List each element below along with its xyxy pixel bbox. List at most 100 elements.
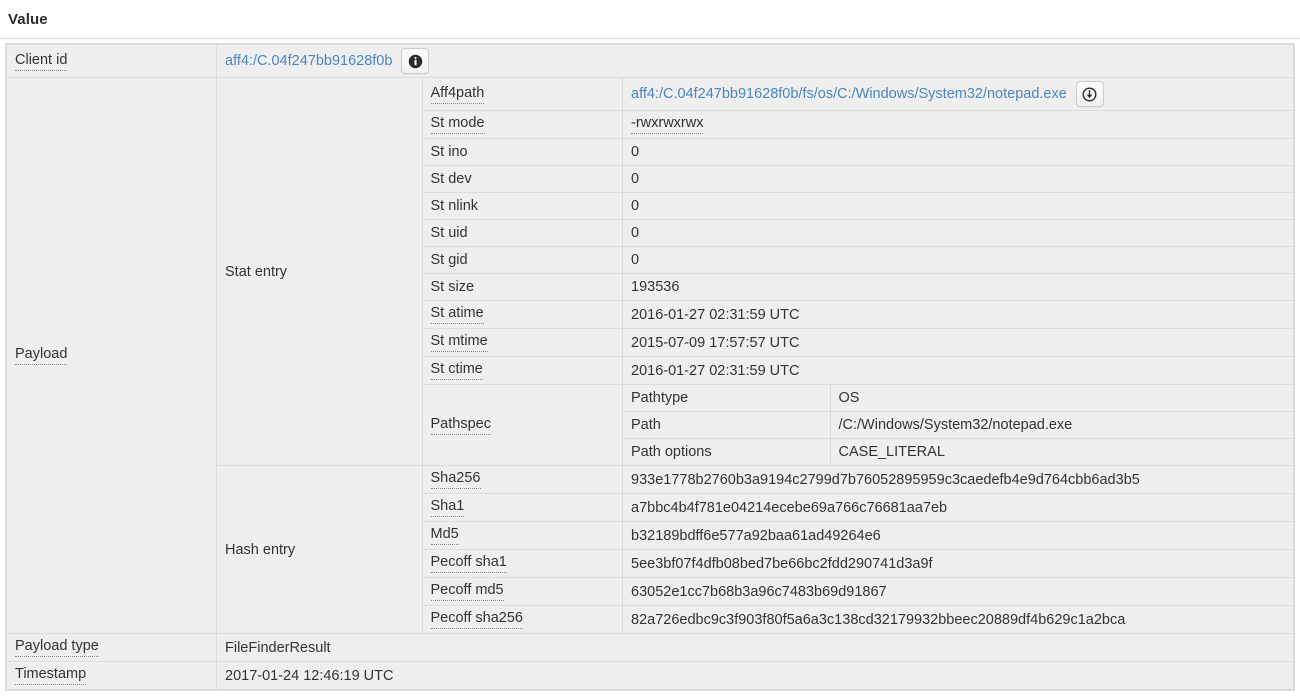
aff4path-label: Aff4path	[430, 85, 485, 104]
download-icon[interactable]	[1075, 81, 1104, 107]
stat-entry-label-cell: Stat entry	[217, 78, 423, 466]
stat-field-label: St mode	[430, 115, 485, 134]
table-row-pathspec: Pathspec Pathtype OS Path /C:/Windows/Sy…	[422, 384, 1293, 465]
stat-field-value: -rwxrwxrwx	[631, 115, 704, 134]
pathspec-field-value: CASE_LITERAL	[838, 444, 945, 460]
pathspec-label: Pathspec	[430, 416, 491, 435]
table-row-stat-field: St size 193536	[422, 273, 1293, 301]
stat-field-label-cell: St dev	[422, 165, 623, 193]
stat-field-value-cell: 0	[622, 165, 1293, 193]
hash-field-label-cell: Md5	[422, 521, 623, 550]
stat-field-label: St ino	[430, 144, 468, 160]
stat-field-value-cell: 2015-07-09 17:57:57 UTC	[622, 328, 1293, 357]
hash-entry-fields-cell: Sha256 933e1778b2760b3a9194c2799d7b76052…	[421, 465, 1293, 633]
info-icon[interactable]	[401, 48, 430, 74]
pathspec-field-label: Path options	[631, 444, 712, 460]
result-details-table: Client id aff4:/C.04f247bb91628f0b Paylo…	[6, 44, 1294, 690]
pathspec-field-label-cell: Pathtype	[623, 385, 831, 412]
hash-field-label-cell: Pecoff sha1	[422, 549, 623, 578]
aff4path-value-cell: aff4:/C.04f247bb91628f0b/fs/os/C:/Window…	[622, 78, 1293, 111]
stat-field-value: 0	[631, 198, 640, 214]
hash-field-label: Pecoff sha256	[430, 610, 523, 629]
payload-type-value: FileFinderResult	[225, 639, 331, 656]
table-row-payload-type: Payload type FileFinderResult	[6, 633, 1294, 662]
timestamp-value: 2017-01-24 12:46:19 UTC	[225, 667, 394, 684]
stat-field-value-cell: 0	[622, 246, 1293, 274]
stat-field-value: 0	[631, 171, 640, 187]
section-hash-entry: Hash entry Sha256 933e1778b2760b3a9194c2…	[217, 465, 1293, 633]
stat-field-label-cell: St uid	[422, 219, 623, 247]
stat-field-label-cell: St size	[422, 273, 623, 301]
stat-entry-label: Stat entry	[225, 263, 288, 280]
stat-field-value-cell: 2016-01-27 02:31:59 UTC	[622, 356, 1293, 385]
hash-field-label-cell: Pecoff md5	[422, 577, 623, 606]
stat-field-label-cell: St atime	[422, 300, 623, 329]
pathspec-field-value: /C:/Windows/System32/notepad.exe	[838, 417, 1073, 433]
stat-field-label: St ctime	[430, 361, 483, 380]
stat-field-value: 0	[631, 252, 640, 268]
payload-type-label: Payload type	[15, 638, 99, 657]
hash-field-value: 933e1778b2760b3a9194c2799d7b76052895959c…	[631, 471, 1140, 488]
stat-field-label-cell: St nlink	[422, 192, 623, 220]
hash-field-value: 63052e1cc7b68b3a96c7483b69d91867	[631, 583, 887, 600]
hash-field-label: Md5	[430, 526, 459, 545]
pathspec-field-value-cell: /C:/Windows/System32/notepad.exe	[829, 411, 1293, 439]
table-row-aff4path: Aff4path aff4:/C.04f247bb91628f0b/fs/os/…	[422, 78, 1293, 111]
stat-field-label: St nlink	[430, 198, 479, 214]
timestamp-value-cell: 2017-01-24 12:46:19 UTC	[216, 661, 1294, 690]
client-id-value-cell: aff4:/C.04f247bb91628f0b	[216, 44, 1294, 78]
table-row-stat-field: St ctime 2016-01-27 02:31:59 UTC	[422, 356, 1293, 385]
pathspec-label-cell: Pathspec	[422, 384, 623, 465]
hash-field-label-cell: Sha256	[422, 466, 623, 494]
stat-field-label: St mtime	[430, 333, 488, 352]
table-row-payload: Payload Stat entry Aff4path aff4:/C.04f2…	[6, 77, 1294, 634]
timestamp-label-cell: Timestamp	[6, 661, 217, 690]
table-row-stat-field: St gid 0	[422, 246, 1293, 274]
hash-field-label: Pecoff sha1	[430, 554, 507, 573]
stat-field-value: 0	[631, 144, 640, 160]
client-id-label: Client id	[15, 52, 68, 71]
hash-field-value: b32189bdff6e577a92baa61ad49264e6	[631, 527, 881, 544]
table-row-hash-field: Md5 b32189bdff6e577a92baa61ad49264e6	[422, 521, 1293, 550]
client-id-label-cell: Client id	[6, 44, 217, 78]
value-header: Value	[0, 0, 1300, 39]
stat-field-label-cell: St gid	[422, 246, 623, 274]
hash-entry-table: Sha256 933e1778b2760b3a9194c2799d7b76052…	[422, 466, 1293, 633]
stat-field-value: 0	[631, 225, 640, 241]
stat-field-value-cell: 193536	[622, 273, 1293, 301]
table-row-hash-field: Pecoff sha1 5ee3bf07f4dfb08bed7be66bc2fd…	[422, 549, 1293, 578]
hash-field-value-cell: b32189bdff6e577a92baa61ad49264e6	[622, 521, 1293, 550]
page-title: Value	[8, 10, 48, 28]
client-id-link[interactable]: aff4:/C.04f247bb91628f0b	[225, 53, 392, 69]
table-row-hash-field: Pecoff sha256 82a726edbc9c3f903f80f5a6a3…	[422, 605, 1293, 633]
stat-field-value: 2016-01-27 02:31:59 UTC	[631, 362, 800, 379]
hash-field-value-cell: a7bbc4b4f781e04214ecebe69a766c76681aa7eb	[622, 493, 1293, 522]
table-row-timestamp: Timestamp 2017-01-24 12:46:19 UTC	[6, 661, 1294, 690]
payload-label: Payload	[15, 346, 68, 365]
stat-field-label: St atime	[430, 305, 484, 324]
stat-field-value: 193536	[631, 279, 680, 295]
aff4path-link[interactable]: aff4:/C.04f247bb91628f0b/fs/os/C:/Window…	[631, 86, 1067, 102]
pathspec-field-label-cell: Path	[623, 411, 831, 439]
payload-type-value-cell: FileFinderResult	[216, 633, 1294, 662]
hash-field-value: 82a726edbc9c3f903f80f5a6a3c138cd32179932…	[631, 611, 1126, 628]
hash-field-value: a7bbc4b4f781e04214ecebe69a766c76681aa7eb	[631, 499, 948, 516]
hash-field-value-cell: 63052e1cc7b68b3a96c7483b69d91867	[622, 577, 1293, 606]
pathspec-field-value-cell: OS	[829, 385, 1293, 412]
stat-entry-table: Aff4path aff4:/C.04f247bb91628f0b/fs/os/…	[422, 78, 1293, 465]
hash-field-label: Sha256	[430, 470, 481, 489]
stat-field-label: St uid	[430, 225, 468, 241]
payload-value-cell: Stat entry Aff4path aff4:/C.04f247bb9162…	[216, 77, 1294, 634]
table-row-hash-field: Sha1 a7bbc4b4f781e04214ecebe69a766c76681…	[422, 493, 1293, 522]
stat-field-label: St dev	[430, 171, 472, 187]
stat-field-value-cell: 0	[622, 219, 1293, 247]
table-row-hash-field: Sha256 933e1778b2760b3a9194c2799d7b76052…	[422, 466, 1293, 494]
pathspec-field-label-cell: Path options	[623, 438, 831, 465]
pathspec-field-value: OS	[838, 390, 860, 406]
stat-field-value-cell: 0	[622, 138, 1293, 166]
hash-entry-label: Hash entry	[225, 541, 296, 558]
result-details-table-frame: Client id aff4:/C.04f247bb91628f0b Paylo…	[5, 43, 1295, 691]
stat-field-label: St size	[430, 279, 475, 295]
hash-field-label-cell: Sha1	[422, 493, 623, 522]
stat-field-label-cell: St mtime	[422, 328, 623, 357]
